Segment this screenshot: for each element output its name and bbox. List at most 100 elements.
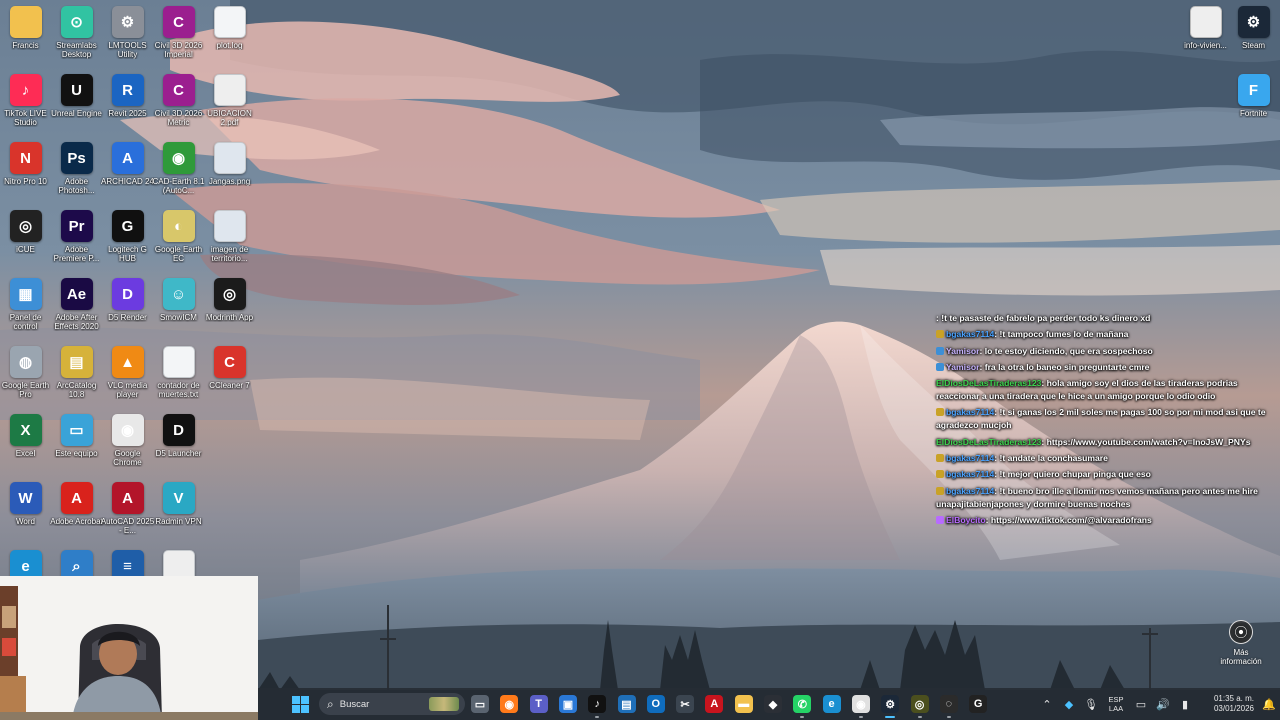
desktop-icon-label: contador de muertes.txt (157, 381, 200, 399)
desktop-icon[interactable]: Jangas.png (204, 140, 255, 208)
snipping-icon[interactable]: ✂ (676, 695, 695, 713)
desktop-icon[interactable]: ⚙ LMTOOLS Utility (102, 4, 153, 72)
more-info-label: Más información (1220, 648, 1262, 666)
desktop-icon-label: Civil 3D 2026 Metric (154, 109, 203, 127)
tiktok-icon[interactable]: ♪ (588, 695, 607, 718)
ghub-task-icon[interactable]: G (969, 695, 988, 713)
desktop-icon[interactable]: plot.log (204, 4, 255, 72)
desktop-icon[interactable]: D D5 Render (102, 276, 153, 344)
desktop-icon[interactable]: V Radmin VPN (153, 480, 204, 548)
desktop-icon[interactable]: X Excel (0, 412, 51, 480)
d5-launcher-icon: D (162, 414, 195, 446)
desktop-icon[interactable]: ▭ Este equipo (51, 412, 102, 480)
chat-message: bgakas7114: !t mejor quiero chupar pinga… (936, 468, 1272, 481)
desktop-icon-label: plot.log (216, 41, 243, 50)
desktop-icon[interactable]: Pr Adobe Premiere P... (51, 208, 102, 276)
bluetooth-tray-icon[interactable]: ◆ (1058, 698, 1080, 711)
desktop-icon[interactable]: D D5 Launcher (153, 412, 204, 480)
desktop-icon[interactable]: Ps Adobe Photosh... (51, 140, 102, 208)
desktop-icon[interactable]: ◎ iCUE (0, 208, 51, 276)
desktop-icon[interactable]: ☺ SmowICM (153, 276, 204, 344)
desktop-icon-label: CCleaner 7 (209, 381, 250, 390)
notification-bell-icon[interactable]: 🔔 (1258, 698, 1280, 711)
desktop-icon[interactable]: C Civil 3D 2026 Imperial (153, 4, 204, 72)
chat-message: Yamisor: lo te estoy diciendo, que era s… (936, 345, 1272, 358)
desktop-icon[interactable]: Francis (0, 4, 51, 72)
microphone-icon[interactable]: 🎙 (1080, 698, 1102, 711)
unity-icon[interactable]: ◆ (764, 695, 782, 713)
vlc-icon: ▲ (111, 346, 144, 378)
text-file-icon (162, 346, 195, 378)
volume-icon[interactable]: 🔊 (1152, 698, 1174, 711)
chat-username: bgakas7114 (946, 485, 995, 496)
desktop-icon[interactable]: ⊙ Streamlabs Desktop (51, 4, 102, 72)
desktop-icon-label: Radmin VPN (155, 517, 202, 526)
chat-badge-icon (936, 346, 944, 355)
desktop-icon[interactable]: Ae Adobe After Effects 2020 (51, 276, 102, 344)
desktop-icon-fortnite[interactable]: F Fortnite (1228, 72, 1279, 140)
whatsapp-icon[interactable]: ✆ (793, 695, 812, 718)
chat-message: : !t te pasaste de fabrelo pa perder tod… (936, 312, 1272, 325)
desktop-icon[interactable]: A Adobe Acrobat (50, 480, 103, 548)
obs-icon[interactable]: ◌ (939, 695, 958, 718)
battery-icon[interactable]: ▮ (1174, 698, 1196, 711)
civil3d-icon: C (162, 6, 195, 38)
desktop-icon[interactable]: U Unreal Engine (51, 72, 102, 140)
more-info-widget[interactable]: ⦿ Más información (1214, 620, 1268, 666)
network-icon[interactable]: ▭ (1130, 698, 1152, 711)
chevron-up-icon[interactable]: ⌃ (1036, 698, 1058, 711)
desktop-icon[interactable]: UBICACION 2.pdf (204, 72, 255, 140)
language-indicator[interactable]: ESP LAA (1102, 695, 1130, 713)
desktop-icon[interactable]: C CCleaner 7 (204, 344, 255, 412)
desktop-icon[interactable]: ◐ Google Earth EC (153, 208, 204, 276)
desktop-icon[interactable]: ♪ TikTok LIVE Studio (0, 72, 51, 140)
desktop-icon[interactable]: A AutoCAD 2025 - E... (101, 480, 154, 548)
desktop-icon[interactable]: A ARCHICAD 24 (101, 140, 154, 208)
arcmap-icon[interactable]: ▤ (617, 695, 636, 713)
desktop-icon[interactable]: contador de muertes.txt (153, 344, 204, 412)
file-explorer-icon[interactable]: ▬ (734, 695, 753, 713)
acrobat-task-icon[interactable]: A (705, 695, 724, 713)
windows-logo-icon (292, 696, 300, 704)
outlook-icon[interactable]: O (646, 695, 665, 713)
desktop-icon[interactable]: ◍ Google Earth Pro (0, 344, 51, 412)
nitro-icon: N (9, 142, 42, 174)
desktop-icon[interactable]: ◎ Modrinth App (204, 276, 255, 344)
gps-icon[interactable]: ◎ (910, 695, 929, 718)
control-panel-icon: ▦ (9, 278, 42, 310)
chat-badge-icon (936, 515, 944, 524)
desktop-icon-info-vivienda[interactable]: info-vivien... (1180, 4, 1231, 72)
desktop-icon-label: Google Earth EC (154, 245, 203, 263)
desktop-icon-steam[interactable]: ⚙ Steam (1228, 4, 1279, 72)
store-icon[interactable]: ▣ (558, 695, 577, 713)
desktop-icon-label: Google Chrome (113, 449, 142, 467)
firefox-icon[interactable]: ◉ (500, 695, 519, 713)
chat-username: ElDiosDeLasTiraderas123 (936, 436, 1042, 447)
chat-badge-icon (936, 470, 944, 479)
desktop-icon[interactable]: W Word (0, 480, 51, 548)
chrome-task-icon[interactable]: ◉ (851, 695, 870, 718)
taskbar-search-box[interactable]: ⌕ Buscar (319, 693, 465, 715)
desktop-icon[interactable]: ▲ VLC media player (102, 344, 153, 412)
edge-task-icon[interactable]: e (822, 695, 841, 713)
lmtools-icon: ⚙ (111, 6, 144, 38)
desktop-icon[interactable]: imagen de territorio... (204, 208, 255, 276)
start-button[interactable] (292, 696, 309, 713)
desktop-icon[interactable]: ◉ Google Chrome (102, 412, 153, 480)
chat-text: : lo te estoy diciendo, que era sospecho… (979, 345, 1153, 356)
teams-icon[interactable]: T (529, 695, 548, 713)
ccleaner-icon: C (213, 346, 246, 378)
desktop-icon-label: SmowICM (160, 313, 197, 322)
desktop-icon[interactable]: R Revit 2025 (102, 72, 153, 140)
desktop-icon[interactable]: N Nitro Pro 10 (0, 140, 51, 208)
desktop-icon[interactable]: G Logitech G HUB (102, 208, 153, 276)
desktop-icon[interactable]: ◉ CAD-Earth 8.1 (AutoC... (152, 140, 205, 208)
desktop-icon[interactable]: ▤ ArcCatalog 10.8 (51, 344, 102, 412)
chat-message: bgakas7114: !t bueno bro ille a llomir n… (936, 485, 1272, 511)
desktop-icon[interactable]: ▦ Panel de control (0, 276, 51, 344)
task-view-icon[interactable]: ▭ (471, 695, 489, 713)
steam-task-icon[interactable]: ⚙ (881, 695, 900, 718)
desktop-icon[interactable]: C Civil 3D 2026 Metric (153, 72, 204, 140)
taskbar-clock[interactable]: 01:35 a. m. 03/01/2026 (1196, 694, 1254, 714)
google-earth-ec-icon: ◐ (162, 210, 195, 242)
